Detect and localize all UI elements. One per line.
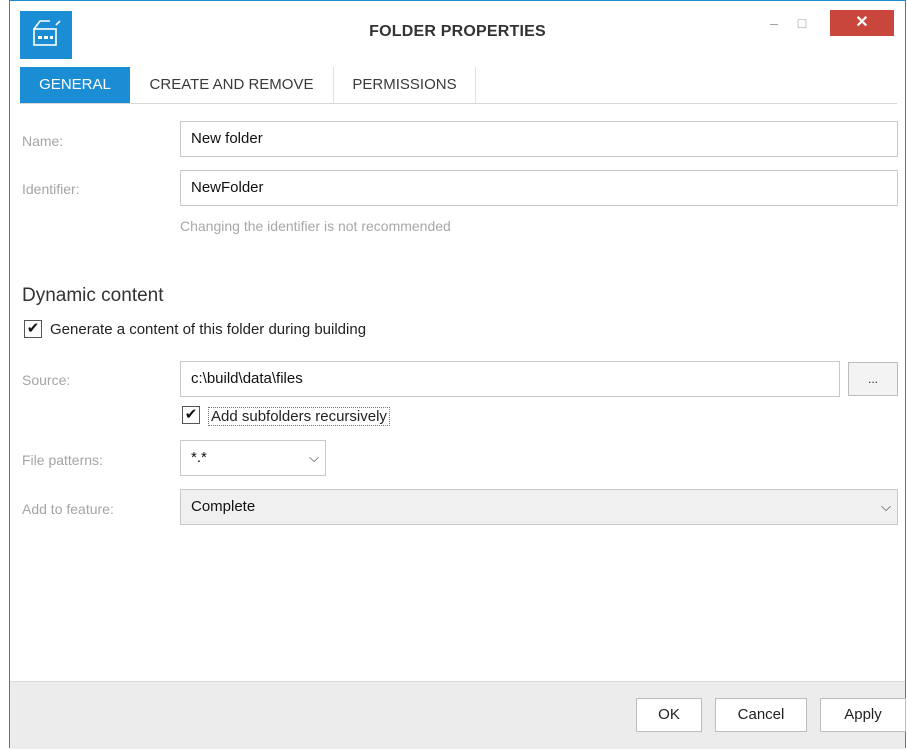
recursive-label: Add subfolders recursively bbox=[208, 407, 390, 426]
add-to-feature-value: Complete bbox=[191, 498, 256, 515]
file-patterns-value: *.* bbox=[191, 449, 207, 466]
apply-button[interactable]: Apply bbox=[820, 698, 906, 732]
add-to-feature-select[interactable]: Complete ⌵ bbox=[180, 489, 898, 525]
identifier-input[interactable]: NewFolder bbox=[180, 170, 898, 206]
title-bar: FOLDER PROPERTIES – □ ✕ bbox=[10, 1, 905, 67]
recursive-checkbox[interactable]: ✔ bbox=[182, 406, 200, 424]
tab-general[interactable]: GENERAL bbox=[20, 67, 130, 103]
file-patterns-label: File patterns: bbox=[22, 452, 103, 468]
generate-content-label: Generate a content of this folder during… bbox=[50, 321, 367, 338]
chevron-down-icon: ⌵ bbox=[309, 450, 319, 465]
folder-properties-window: FOLDER PROPERTIES – □ ✕ GENERAL CREATE A… bbox=[9, 0, 906, 749]
add-to-feature-label: Add to feature: bbox=[22, 501, 114, 517]
dynamic-content-heading: Dynamic content bbox=[22, 285, 164, 306]
identifier-label: Identifier: bbox=[22, 181, 80, 197]
name-label: Name: bbox=[22, 133, 64, 149]
name-input[interactable]: New folder bbox=[180, 121, 898, 157]
chevron-down-icon: ⌵ bbox=[881, 499, 891, 514]
file-patterns-select[interactable]: *.* ⌵ bbox=[180, 440, 326, 476]
checkmark-icon: ✔ bbox=[26, 320, 40, 337]
browse-button[interactable]: ... bbox=[848, 362, 898, 396]
checkmark-icon: ✔ bbox=[184, 406, 198, 423]
source-input[interactable]: c:\build\data\files bbox=[180, 361, 840, 397]
ok-button[interactable]: OK bbox=[636, 698, 702, 732]
minimize-button[interactable]: – bbox=[762, 10, 786, 36]
tab-bar: GENERAL CREATE AND REMOVE PERMISSIONS bbox=[20, 67, 897, 104]
tab-create-and-remove[interactable]: CREATE AND REMOVE bbox=[130, 67, 334, 103]
identifier-hint: Changing the identifier is not recommend… bbox=[180, 218, 451, 234]
tab-permissions[interactable]: PERMISSIONS bbox=[334, 67, 476, 103]
source-label: Source: bbox=[22, 372, 71, 388]
footer-bar: OK Cancel Apply bbox=[10, 681, 906, 749]
cancel-button[interactable]: Cancel bbox=[715, 698, 807, 732]
close-button[interactable]: ✕ bbox=[830, 10, 894, 36]
generate-content-checkbox[interactable]: ✔ bbox=[24, 320, 42, 338]
maximize-button[interactable]: □ bbox=[790, 10, 814, 36]
